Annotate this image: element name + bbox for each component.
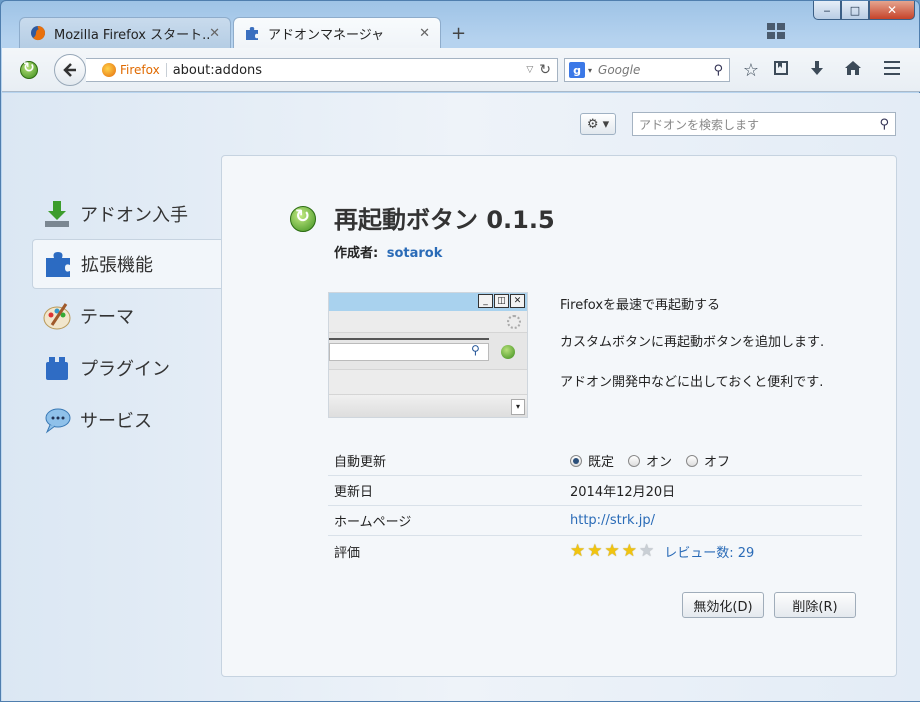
open-menu-icon[interactable] xyxy=(884,61,900,75)
reload-icon[interactable]: ↻ xyxy=(539,62,551,78)
tab-addon-manager[interactable]: アドオンマネージャ ✕ xyxy=(233,17,441,48)
bookmark-star-icon[interactable]: ☆ xyxy=(740,60,762,81)
auto-update-row: 自動更新 既定 オン オフ xyxy=(328,446,862,476)
bookmarks-menu-icon[interactable] xyxy=(770,60,792,81)
disable-button[interactable]: 無効化(D) xyxy=(682,592,764,618)
close-tab-icon[interactable]: ✕ xyxy=(419,26,430,41)
addon-description-line: アドオン開発中などに出しておくと便利です. xyxy=(560,375,824,390)
restart-button-addon-icon xyxy=(290,206,316,232)
category-services[interactable]: サービス xyxy=(32,395,222,445)
engine-dropdown-icon[interactable]: ▾ xyxy=(588,66,592,75)
homepage-label: ホームページ xyxy=(334,515,412,530)
search-bar[interactable]: g ▾ Google ⚲ xyxy=(564,58,730,82)
author-link[interactable]: sotarok xyxy=(387,246,443,261)
updated-row: 更新日 2014年12月20日 xyxy=(328,476,862,506)
addon-detail-panel: 再起動ボタン 0.1.5 作成者: sotarok _◫✕ ⚲ ▾ Firefo… xyxy=(221,155,897,677)
download-icon[interactable] xyxy=(806,60,828,83)
addon-description-line: カスタムボタンに再起動ボタンを追加します. xyxy=(560,335,825,350)
back-button[interactable] xyxy=(54,54,86,86)
addon-details: 自動更新 既定 オン オフ 更新日 2014年12月20日 ホームページ htt… xyxy=(328,446,862,566)
google-icon[interactable]: g xyxy=(569,62,585,78)
back-arrow-icon xyxy=(63,63,76,77)
identity-icon[interactable] xyxy=(102,63,116,77)
category-label: テーマ xyxy=(80,307,134,328)
auto-update-on-radio[interactable] xyxy=(628,454,641,467)
firefox-icon xyxy=(31,26,46,41)
services-icon xyxy=(42,405,72,435)
addon-manager-content: ⚙ ▾ アドオンを検索します ⚲ アドオン入手 拡張機能 テーマ プラグイン サ… xyxy=(2,93,920,701)
star-filled-icon: ★ xyxy=(621,541,637,561)
addon-title: 再起動ボタン 0.1.5 xyxy=(334,206,555,234)
addon-screenshot[interactable]: _ ◫ ✕ ⚲ ▾ xyxy=(328,292,528,418)
restart-icon[interactable] xyxy=(20,60,38,79)
themes-icon xyxy=(42,301,72,331)
rating-stars: ★ ★ ★ ★ ★ xyxy=(570,541,656,561)
rating-label: 評価 xyxy=(334,545,361,561)
category-label: プラグイン xyxy=(80,359,170,380)
star-empty-icon: ★ xyxy=(639,541,655,561)
url-bar[interactable]: Firefox about:addons ▽ ↻ xyxy=(86,58,558,82)
star-filled-icon: ★ xyxy=(570,541,586,561)
home-icon[interactable] xyxy=(842,60,864,81)
new-tab-button[interactable]: + xyxy=(451,23,466,44)
tab-label: アドオンマネージャ xyxy=(268,27,385,43)
author-label: 作成者: xyxy=(334,246,379,261)
history-dropdown-icon[interactable]: ▽ xyxy=(526,65,533,75)
radio-label[interactable]: オン xyxy=(646,451,672,470)
tools-gear-button[interactable]: ⚙ ▾ xyxy=(580,113,616,135)
extensions-icon xyxy=(43,249,73,279)
star-filled-icon: ★ xyxy=(587,541,603,561)
homepage-row: ホームページ http://strk.jp/ xyxy=(328,506,862,536)
tab-label: Mozilla Firefox スタート... xyxy=(54,27,210,43)
category-extensions[interactable]: 拡張機能 xyxy=(32,239,222,289)
category-get-addons[interactable]: アドオン入手 xyxy=(32,189,222,239)
tab-firefox-start[interactable]: Mozilla Firefox スタート... ✕ xyxy=(19,17,231,48)
browser-window: ‒ □ ✕ Mozilla Firefox スタート... ✕ アドオンマネージ… xyxy=(0,0,920,702)
tab-bar: Mozilla Firefox スタート... ✕ アドオンマネージャ ✕ + xyxy=(1,15,920,48)
search-input[interactable]: Google xyxy=(598,63,713,77)
category-label: 拡張機能 xyxy=(81,255,153,276)
category-themes[interactable]: テーマ xyxy=(32,291,222,341)
close-tab-icon[interactable]: ✕ xyxy=(209,26,220,41)
auto-update-off-radio[interactable] xyxy=(686,454,699,467)
reviews-link[interactable]: レビュー数: 29 xyxy=(664,542,754,561)
list-all-tabs-icon[interactable] xyxy=(767,23,787,41)
addon-description-line: Firefoxを最速で再起動する xyxy=(560,298,721,313)
auto-update-default-radio[interactable] xyxy=(570,454,582,467)
remove-button[interactable]: 削除(R) xyxy=(774,592,856,618)
auto-update-label: 自動更新 xyxy=(334,455,387,470)
category-plugins[interactable]: プラグイン xyxy=(32,343,222,393)
star-filled-icon: ★ xyxy=(604,541,620,561)
puzzle-icon xyxy=(246,27,258,40)
rating-row: 評価 ★ ★ ★ ★ ★ レビュー数: 29 xyxy=(328,536,862,566)
get-addons-icon xyxy=(42,199,72,229)
identity-label[interactable]: Firefox xyxy=(120,63,167,77)
homepage-link[interactable]: http://strk.jp/ xyxy=(570,513,862,528)
navigation-toolbar: Firefox about:addons ▽ ↻ g ▾ Google ⚲ ☆ xyxy=(2,48,920,92)
radio-label[interactable]: 既定 xyxy=(588,451,614,470)
addon-search-field[interactable]: アドオンを検索します ⚲ xyxy=(632,112,896,136)
addon-author: 作成者: sotarok xyxy=(334,242,442,261)
search-icon[interactable]: ⚲ xyxy=(713,63,723,78)
category-label: アドオン入手 xyxy=(80,205,188,226)
updated-label: 更新日 xyxy=(334,485,374,500)
updated-value: 2014年12月20日 xyxy=(570,485,676,500)
radio-label[interactable]: オフ xyxy=(704,451,730,470)
category-label: サービス xyxy=(80,411,152,432)
search-icon[interactable]: ⚲ xyxy=(879,117,889,132)
plugins-icon xyxy=(42,353,72,383)
addon-search-input[interactable]: アドオンを検索します xyxy=(639,116,879,133)
url-input[interactable]: about:addons xyxy=(173,63,527,78)
